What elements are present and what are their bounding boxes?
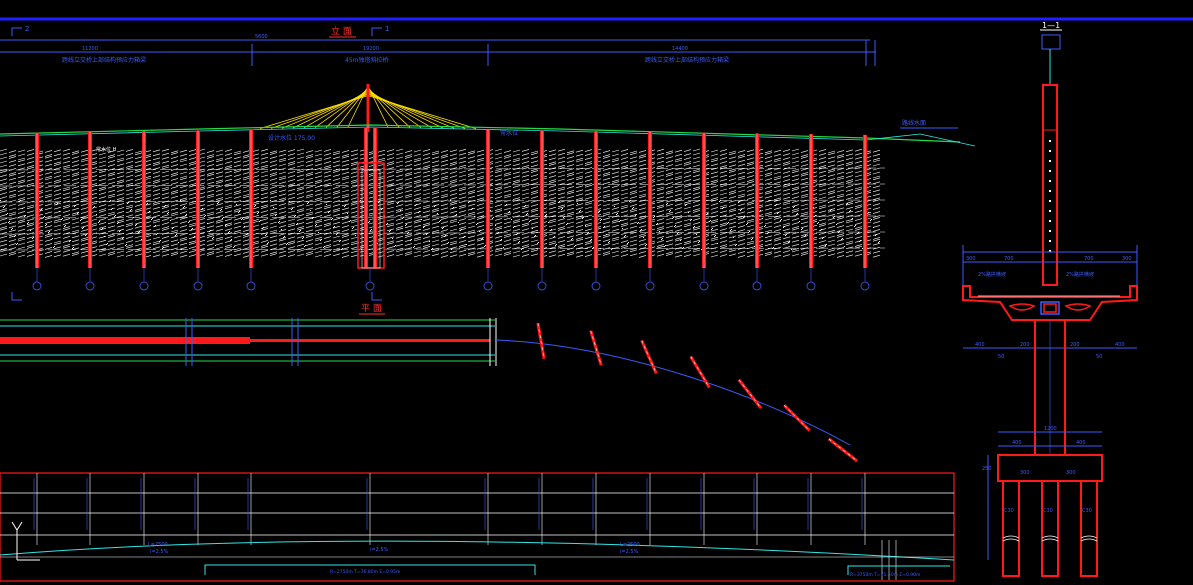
span-note-2: 45m独塔斜拉桥 <box>345 56 388 64</box>
section-title: 1—1 <box>1042 21 1060 30</box>
cross-section-1-1: 1—1 300 700 700 300 2%路拱横坡 2%路拱横坡 400 20… <box>962 21 1138 577</box>
bridge-deck-line-2 <box>0 126 867 141</box>
sec-mid-dim-2: 200 <box>1020 342 1030 348</box>
sec-bottom-dim-1: 50 <box>998 354 1004 360</box>
sec-mid-dim-1: 400 <box>975 342 985 348</box>
sec-left-note: 2%路拱横坡 <box>978 271 1006 278</box>
span-dim-1: 11200 <box>82 46 98 52</box>
section-mark-left: 2 <box>25 25 29 33</box>
plan-curve-piers <box>536 323 859 463</box>
water-level-right: 常水位 <box>500 129 518 137</box>
geology-hatch <box>0 148 886 260</box>
side-note: 路线水面 <box>902 119 926 127</box>
elevation-view: 立 面 2 1 5600 11200 19200 14400 跨线立交桥上部结构… <box>0 25 976 301</box>
sec-right-note: 2%路拱横坡 <box>1066 271 1094 278</box>
sec-mid-dim-3: 200 <box>1070 342 1080 348</box>
sec-cap-dim-3: 400 <box>1076 440 1086 446</box>
box-girder-deck <box>962 285 1138 321</box>
sec-top-dim-1: 300 <box>966 256 976 262</box>
grade-label-2: i=2.5% <box>370 547 389 553</box>
sec-top-dim-3: 700 <box>1084 256 1094 262</box>
profile-table: i=2.5% i=2.5% i=2.5% L=7500 L=2500 R=275… <box>0 472 955 582</box>
bottom-note-2: R=3750m T=71.50m E=0.90m <box>850 572 920 578</box>
span-note-3: 跨线立交桥上部结构预应力箱梁 <box>645 56 729 64</box>
sec-footing-dim-1: 300 <box>1020 470 1030 476</box>
sec-mid-dim-4: 400 <box>1115 342 1125 348</box>
elevation-title: 立 面 <box>331 25 352 37</box>
tower-column <box>1042 84 1058 286</box>
span-dim-2: 19200 <box>363 46 379 52</box>
pile-label-2: C30 <box>1043 508 1053 514</box>
pile-label-3: C30 <box>1082 508 1092 514</box>
pile-cap <box>997 454 1103 482</box>
plan-deck-red-2 <box>250 339 490 342</box>
plan-title: 平 面 <box>361 303 382 314</box>
sec-top-dim-2: 700 <box>1004 256 1014 262</box>
ucs-axis-icon <box>11 521 40 561</box>
pier-number-markers <box>32 268 870 291</box>
sec-footing-height: 250 <box>982 466 992 472</box>
piles <box>1002 480 1098 577</box>
span-dim-3: 14400 <box>672 46 688 52</box>
plan-deck-red <box>0 337 250 344</box>
sec-top-dim-4: 300 <box>1122 256 1132 262</box>
pile-label-1: C30 <box>1004 508 1014 514</box>
sec-cap-dim-1: 1200 <box>1044 426 1057 432</box>
length-label-2: L=2500 <box>620 542 640 548</box>
span-note-1: 跨线立交桥上部结构预应力箱梁 <box>62 56 146 64</box>
water-note: 常水位 H <box>96 146 117 153</box>
sec-bottom-dim-2: 50 <box>1096 354 1102 360</box>
section-mark-right: 1 <box>385 25 389 33</box>
sec-cap-dim-2: 400 <box>1012 440 1022 446</box>
cad-drawing: 立 面 2 1 5600 11200 19200 14400 跨线立交桥上部结构… <box>0 17 1193 582</box>
water-level-left: 设计水位 175.00 <box>268 134 315 142</box>
length-label-1: L=7500 <box>148 542 168 548</box>
bottom-note-1: R=2750m T=76.80m E=0.95m <box>330 569 400 575</box>
plan-view: 平 面 <box>0 303 859 463</box>
overall-dim: 5600 <box>255 34 268 40</box>
grade-label-1: i=2.5% <box>150 549 169 555</box>
plan-curve-alignment <box>495 339 851 446</box>
grade-label-3: i=2.5% <box>620 549 639 555</box>
sec-footing-dim-2: 300 <box>1066 470 1076 476</box>
